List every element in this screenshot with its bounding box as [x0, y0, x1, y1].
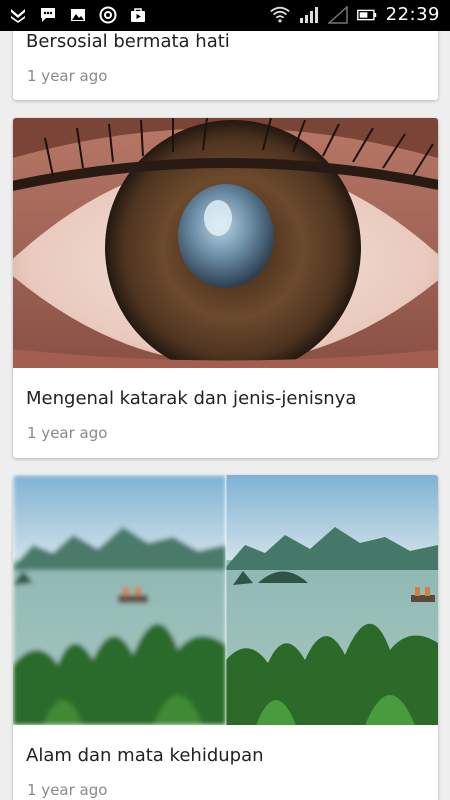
article-card[interactable]: Bersosial bermata hati 1 year ago [13, 31, 438, 100]
article-image-eye [13, 118, 438, 368]
no-signal-icon [327, 5, 348, 25]
article-title: Alam dan mata kehidupan [26, 745, 264, 766]
signal-icon [299, 5, 319, 25]
article-card[interactable]: Mengenal katarak dan jenis-jenisnya 1 ye… [13, 118, 438, 458]
article-timestamp: 1 year ago [27, 424, 108, 442]
battery-icon [356, 5, 377, 25]
gallery-icon [68, 5, 88, 25]
chrome-icon [98, 5, 118, 25]
article-feed[interactable]: Bersosial bermata hati 1 year ago Mengen… [0, 31, 450, 800]
article-card[interactable]: Alam dan mata kehidupan 1 year ago [13, 475, 438, 800]
notification-icons [8, 5, 148, 25]
article-title: Mengenal katarak dan jenis-jenisnya [26, 388, 357, 409]
play-store-icon [128, 5, 148, 25]
article-timestamp: 1 year ago [27, 781, 108, 799]
system-icons: 22:39 [269, 4, 440, 25]
wifi-icon [269, 5, 290, 25]
article-timestamp: 1 year ago [27, 67, 108, 85]
article-title: Bersosial bermata hati [26, 31, 230, 52]
download-icon [8, 5, 28, 25]
article-image-landscape [13, 475, 438, 725]
chat-icon [38, 5, 58, 25]
clock: 22:39 [385, 4, 440, 25]
status-bar: 22:39 [0, 0, 450, 31]
